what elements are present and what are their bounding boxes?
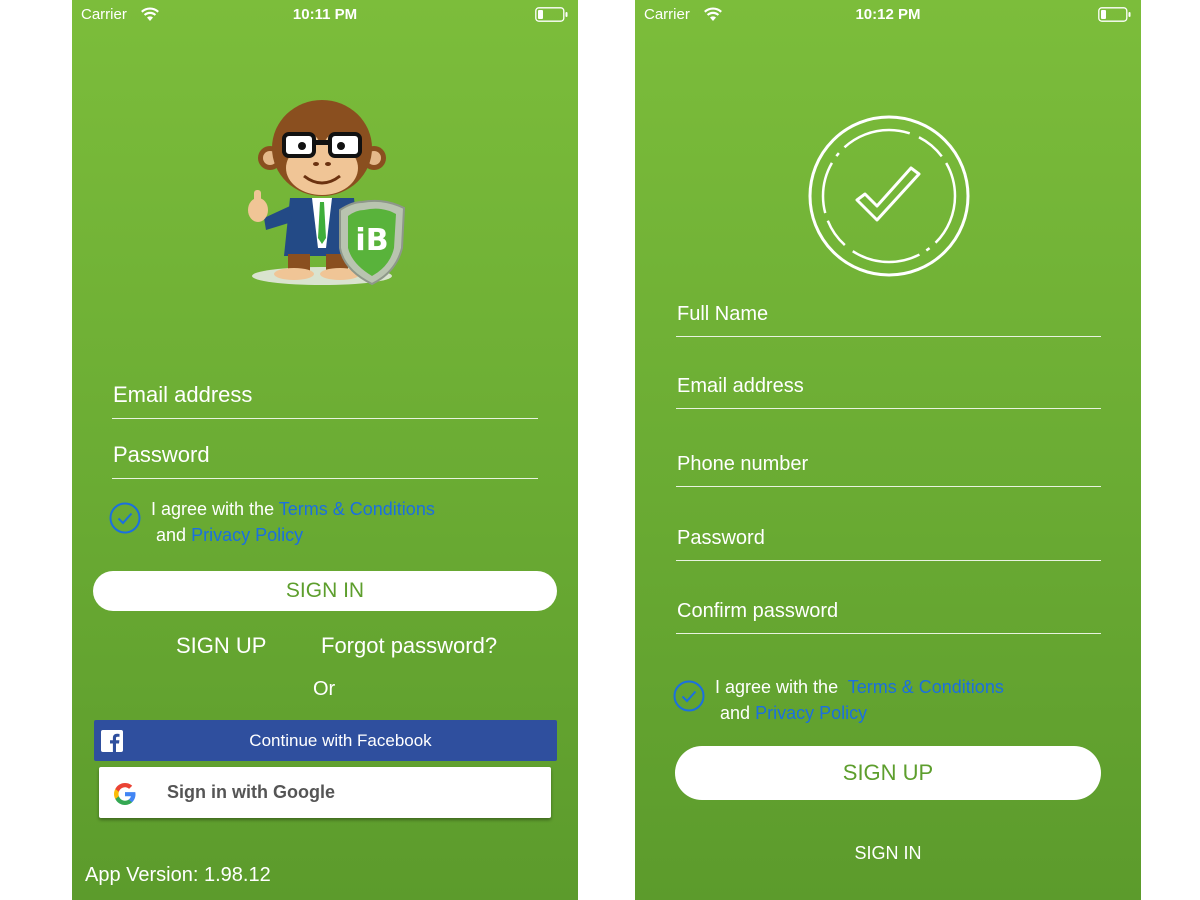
checkmark-circle-icon[interactable] xyxy=(109,502,141,534)
email-placeholder: Email address xyxy=(677,375,804,397)
password-placeholder: Password xyxy=(677,527,765,549)
google-icon xyxy=(114,783,136,805)
agree-text: I agree with the Terms & Conditions and … xyxy=(715,674,1004,726)
password-placeholder: Password xyxy=(113,442,210,467)
agree-prefix: I agree with the xyxy=(151,499,275,519)
agree-and: and xyxy=(156,525,187,545)
status-bar: Carrier 10:11 PM xyxy=(72,0,578,28)
sign-in-link[interactable]: SIGN IN xyxy=(635,843,1141,864)
sign-up-button[interactable]: SIGN UP xyxy=(675,746,1101,800)
sign-in-button[interactable]: SIGN IN xyxy=(93,571,557,611)
password-input[interactable]: Password xyxy=(112,420,538,479)
email-input[interactable]: Email address xyxy=(112,360,538,419)
full-name-placeholder: Full Name xyxy=(677,303,769,325)
facebook-login-button[interactable]: Continue with Facebook xyxy=(94,720,557,761)
phone-placeholder: Phone number xyxy=(677,453,809,475)
battery-icon xyxy=(535,7,568,22)
battery-icon xyxy=(1098,7,1131,22)
app-version: App Version: 1.98.12 xyxy=(85,864,271,886)
privacy-link[interactable]: Privacy Policy xyxy=(191,525,303,545)
agree-text: I agree with the Terms & Conditions and … xyxy=(151,496,435,548)
monkey-mascot-image: iB xyxy=(248,100,406,286)
sign-up-screen: Carrier 10:12 PM Full Name Email address… xyxy=(635,0,1141,900)
agree-terms-row: I agree with the Terms & Conditions and … xyxy=(673,674,1093,730)
or-separator: Or xyxy=(313,678,336,700)
google-login-button[interactable]: Sign in with Google xyxy=(99,767,551,818)
clock: 10:12 PM xyxy=(855,6,921,23)
terms-link[interactable]: Terms & Conditions xyxy=(279,499,435,519)
success-check-circle-icon xyxy=(808,115,970,277)
checkmark-circle-icon[interactable] xyxy=(673,680,705,712)
privacy-link[interactable]: Privacy Policy xyxy=(755,703,867,723)
full-name-input[interactable]: Full Name xyxy=(676,280,1101,337)
agree-prefix: I agree with the xyxy=(715,677,839,697)
mascot-logo-text: iB xyxy=(355,223,388,258)
phone-input[interactable]: Phone number xyxy=(676,430,1101,487)
status-bar: Carrier 10:12 PM xyxy=(635,0,1141,28)
google-button-label: Sign in with Google xyxy=(167,782,335,802)
password-input[interactable]: Password xyxy=(676,504,1101,561)
facebook-button-label: Continue with Facebook xyxy=(249,731,432,750)
terms-link[interactable]: Terms & Conditions xyxy=(848,677,1004,697)
email-placeholder: Email address xyxy=(113,382,253,407)
clock: 10:11 PM xyxy=(292,6,358,23)
forgot-password-link[interactable]: Forgot password? xyxy=(321,633,497,659)
sign-in-screen: Carrier 10:11 PM iB Email address Passwo… xyxy=(72,0,578,900)
confirm-password-placeholder: Confirm password xyxy=(677,600,839,622)
confirm-password-input[interactable]: Confirm password xyxy=(676,577,1101,634)
agree-terms-row: I agree with the Terms & Conditions and … xyxy=(109,496,529,552)
email-input[interactable]: Email address xyxy=(676,352,1101,409)
agree-and: and xyxy=(720,703,751,723)
sign-up-link[interactable]: SIGN UP xyxy=(176,633,266,659)
